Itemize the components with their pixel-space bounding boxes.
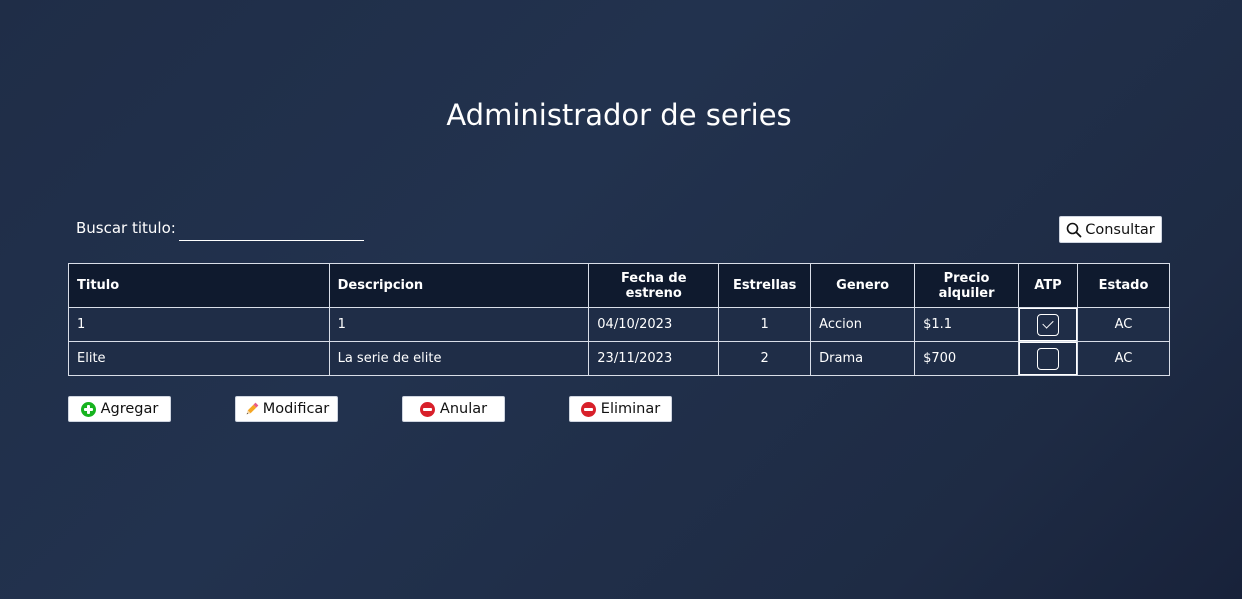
cell-estrellas: 2 (718, 341, 812, 376)
cell-descripcion: 1 (328, 307, 590, 342)
header-atp: ATP (1018, 263, 1078, 308)
cell-fecha-estreno: 23/11/2023 (588, 341, 720, 376)
cell-genero: Accion (810, 307, 916, 342)
anular-label: Anular (439, 401, 488, 417)
cell-atp (1018, 307, 1078, 342)
cell-precio: $700 (914, 341, 1019, 376)
header-fecha-estreno: Fecha de estreno (588, 263, 720, 308)
search-input[interactable] (179, 220, 364, 241)
minus-circle-icon (419, 401, 435, 417)
minus-circle-icon (580, 401, 596, 417)
cell-estado: AC (1077, 341, 1170, 376)
modificar-label: Modificar (262, 401, 330, 417)
cell-titulo: Elite (68, 341, 330, 376)
cell-titulo: 1 (68, 307, 330, 342)
table-header-row: Titulo Descripcion Fecha de estreno Estr… (68, 263, 1170, 308)
header-descripcion: Descripcion (328, 263, 590, 308)
agregar-button[interactable]: Agregar (68, 396, 171, 422)
atp-checkbox[interactable] (1037, 347, 1059, 370)
atp-checkbox[interactable] (1037, 313, 1059, 336)
eliminar-label: Eliminar (600, 401, 661, 417)
search-label: Buscar titulo: (76, 219, 176, 237)
header-estado: Estado (1077, 263, 1170, 308)
header-titulo: Titulo (68, 263, 330, 308)
cell-precio: $1.1 (914, 307, 1019, 342)
cell-atp (1018, 341, 1078, 376)
cell-genero: Drama (810, 341, 916, 376)
pencil-icon (244, 401, 260, 417)
consultar-button[interactable]: Consultar (1059, 216, 1162, 243)
page-title: Administrador de series (446, 98, 792, 132)
agregar-label: Agregar (100, 401, 159, 417)
series-table: Titulo Descripcion Fecha de estreno Estr… (68, 263, 1170, 376)
search-icon (1066, 222, 1082, 238)
cell-fecha-estreno: 04/10/2023 (588, 307, 720, 342)
cell-estrellas: 1 (718, 307, 812, 342)
header-genero: Genero (810, 263, 916, 308)
eliminar-button[interactable]: Eliminar (569, 396, 672, 422)
plus-circle-icon (80, 401, 96, 417)
header-precio-alquiler: Precio alquiler (914, 263, 1019, 308)
table-row[interactable]: Elite La serie de elite 23/11/2023 2 Dra… (68, 341, 1170, 376)
modificar-button[interactable]: Modificar (235, 396, 338, 422)
cell-estado: AC (1077, 307, 1170, 342)
table-row[interactable]: 1 1 04/10/2023 1 Accion $1.1 AC (68, 307, 1170, 342)
anular-button[interactable]: Anular (402, 396, 505, 422)
cell-descripcion: La serie de elite (328, 341, 590, 376)
consultar-label: Consultar (1085, 221, 1155, 238)
header-estrellas: Estrellas (718, 263, 812, 308)
